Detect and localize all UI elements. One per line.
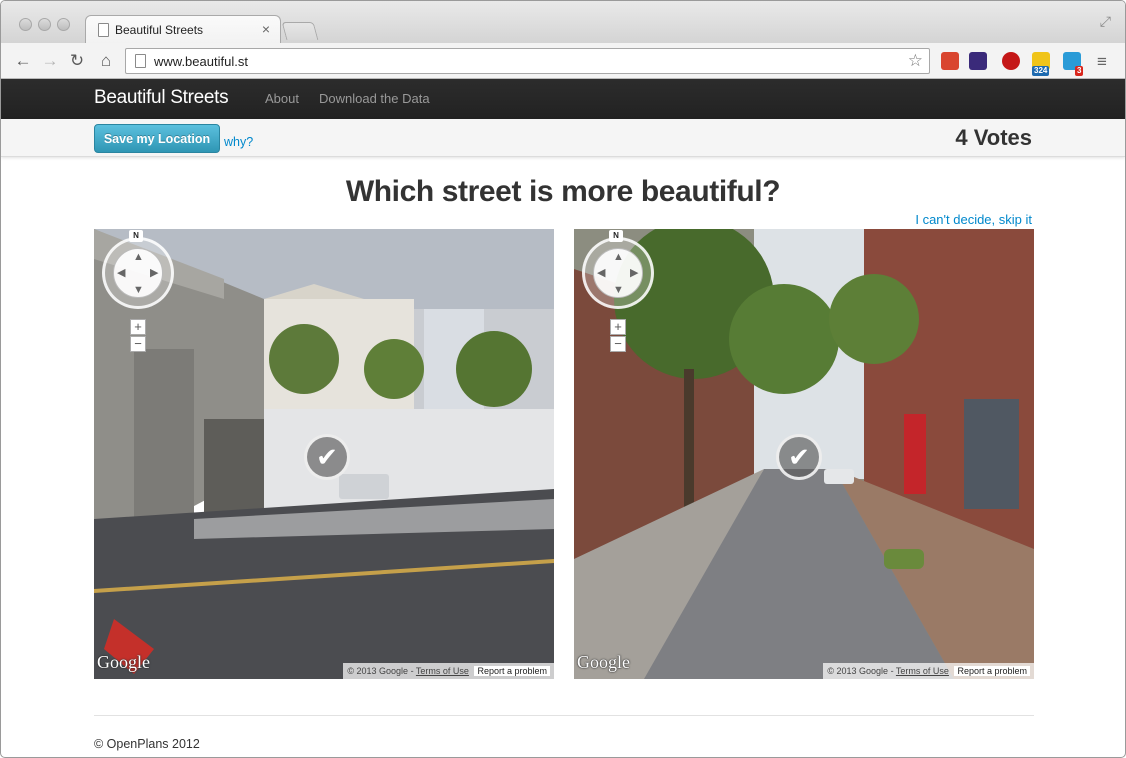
pan-control[interactable]: ▲ ▼ ◀ ▶ — [113, 248, 163, 298]
terms-of-use-link[interactable]: Terms of Use — [896, 666, 949, 676]
close-window-button[interactable] — [19, 18, 32, 31]
menu-icon[interactable]: ≡ — [1097, 52, 1107, 72]
pan-up-icon[interactable]: ▲ — [133, 252, 144, 263]
minimize-window-button[interactable] — [38, 18, 51, 31]
zoom-out-button[interactable]: − — [130, 336, 146, 352]
north-label: N — [129, 230, 143, 242]
zoom-in-button[interactable]: + — [610, 319, 626, 335]
vote-checkmark-icon[interactable]: ✔ — [304, 434, 350, 480]
pan-left-icon[interactable]: ◀ — [597, 268, 605, 279]
address-bar[interactable]: www.beautiful.st ☆ — [125, 48, 930, 74]
reload-icon[interactable]: ↻ — [67, 51, 87, 71]
save-location-button[interactable]: Save my Location — [94, 124, 220, 153]
skip-link[interactable]: I can't decide, skip it — [915, 212, 1032, 227]
north-label: N — [609, 230, 623, 242]
extension-stop-icon[interactable] — [1002, 52, 1020, 70]
footer-divider — [94, 715, 1034, 716]
pan-down-icon[interactable]: ▼ — [133, 285, 144, 296]
browser-window: Beautiful Streets × ⤢ ← → ↻ ⌂ www.beauti… — [0, 0, 1126, 758]
tab-title: Beautiful Streets — [115, 23, 204, 37]
extension-book-icon[interactable] — [941, 52, 959, 70]
home-icon[interactable]: ⌂ — [96, 51, 116, 71]
site-navbar: Beautiful Streets About Download the Dat… — [1, 79, 1125, 119]
brand-link[interactable]: Beautiful Streets — [94, 87, 229, 109]
browser-toolbar: ← → ↻ ⌂ www.beautiful.st ☆ 324 3 ≡ — [1, 43, 1125, 79]
tab-close-icon[interactable]: × — [262, 21, 270, 37]
forward-icon[interactable]: → — [40, 51, 60, 71]
extension-badge-count: 3 — [1075, 66, 1084, 76]
pan-right-icon[interactable]: ▶ — [150, 268, 158, 279]
url-text[interactable]: www.beautiful.st — [154, 54, 248, 69]
pan-control[interactable]: ▲ ▼ ◀ ▶ — [593, 248, 643, 298]
back-icon[interactable]: ← — [13, 51, 33, 71]
street-view-right[interactable]: N ▲ ▼ ◀ ▶ + − ✔ Google © 2013 Google - T… — [574, 229, 1034, 679]
compass-control[interactable]: N ▲ ▼ ◀ ▶ — [102, 230, 174, 309]
bookmark-star-icon[interactable]: ☆ — [908, 51, 923, 71]
map-attribution: © 2013 Google - Terms of Use Report a pr… — [823, 663, 1034, 679]
zoom-out-button[interactable]: − — [610, 336, 626, 352]
location-bar: Save my Location why? 4 Votes — [1, 119, 1125, 157]
nav-download-link[interactable]: Download the Data — [319, 91, 430, 106]
copyright-text: © 2013 Google - — [827, 666, 894, 676]
page-icon — [135, 54, 146, 68]
street-view-left[interactable]: N ▲ ▼ ◀ ▶ + − ✔ Google © 2013 Google - T… — [94, 229, 554, 679]
page-title: Which street is more beautiful? — [345, 175, 781, 208]
new-tab-button[interactable] — [281, 22, 319, 40]
nav-about-link[interactable]: About — [265, 91, 299, 106]
pan-left-icon[interactable]: ◀ — [117, 268, 125, 279]
pan-right-icon[interactable]: ▶ — [630, 268, 638, 279]
zoom-window-button[interactable] — [57, 18, 70, 31]
extension-shield-icon[interactable] — [969, 52, 987, 70]
fullscreen-icon[interactable]: ⤢ — [1100, 13, 1111, 30]
pan-down-icon[interactable]: ▼ — [613, 285, 624, 296]
why-link[interactable]: why? — [224, 135, 253, 149]
compass-control[interactable]: N ▲ ▼ ◀ ▶ — [582, 230, 654, 309]
vote-count: 4 Votes — [955, 125, 1032, 150]
report-problem-link[interactable]: Report a problem — [474, 666, 550, 676]
tab-beautiful-streets[interactable]: Beautiful Streets × — [85, 15, 281, 44]
terms-of-use-link[interactable]: Terms of Use — [416, 666, 469, 676]
report-problem-link[interactable]: Report a problem — [954, 666, 1030, 676]
map-attribution: © 2013 Google - Terms of Use Report a pr… — [343, 663, 554, 679]
google-logo: Google — [97, 652, 150, 672]
extension-badge-count: 324 — [1032, 66, 1050, 76]
google-logo: Google — [577, 652, 630, 672]
page-icon — [98, 23, 109, 37]
vote-checkmark-icon[interactable]: ✔ — [776, 434, 822, 480]
footer-copyright: © OpenPlans 2012 — [94, 737, 200, 751]
title-bar: Beautiful Streets × ⤢ — [1, 1, 1125, 44]
zoom-in-button[interactable]: + — [130, 319, 146, 335]
copyright-text: © 2013 Google - — [347, 666, 414, 676]
pan-up-icon[interactable]: ▲ — [613, 252, 624, 263]
